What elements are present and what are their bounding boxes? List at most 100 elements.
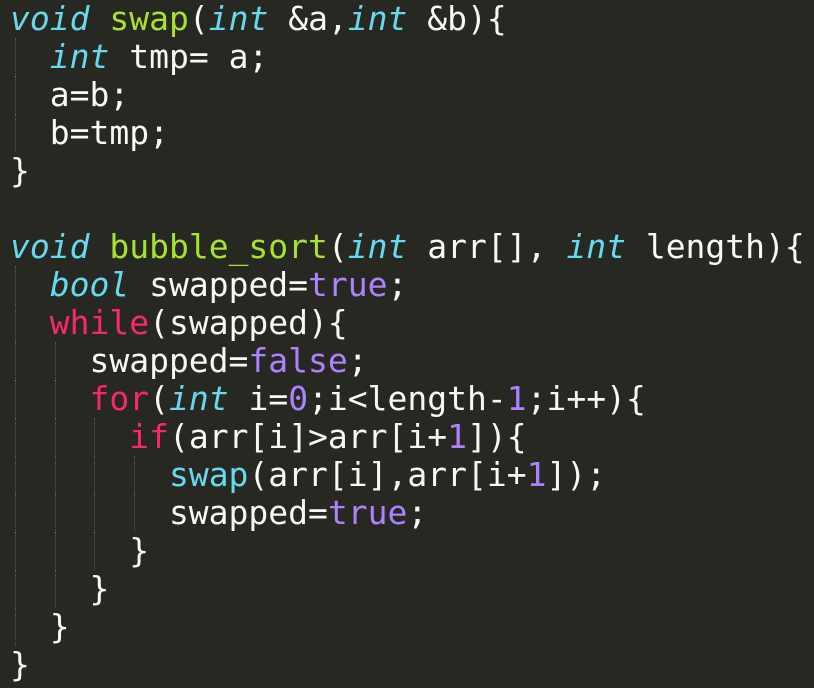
code-token: 1 bbox=[526, 455, 547, 494]
code-line[interactable]: swap(arr[i],arr[i+1]); bbox=[10, 456, 805, 494]
indent-guide bbox=[134, 494, 136, 532]
indent-guide bbox=[94, 494, 96, 532]
indent-guide bbox=[54, 418, 56, 456]
code-line[interactable]: swapped=false; bbox=[10, 342, 805, 380]
indent-guide bbox=[94, 456, 96, 494]
code-editor[interactable]: void swap(int &a,int &b){ int tmp= a; a=… bbox=[0, 0, 814, 688]
code-line[interactable]: b=tmp; bbox=[10, 114, 805, 152]
code-token: true bbox=[308, 265, 388, 304]
indent-guide bbox=[94, 418, 96, 456]
code-token: } bbox=[10, 569, 110, 608]
code-token: swapped= bbox=[10, 493, 328, 532]
code-line[interactable]: } bbox=[10, 570, 805, 608]
code-token: b=tmp; bbox=[10, 113, 169, 152]
code-token: int bbox=[347, 0, 408, 38]
code-token: int bbox=[168, 379, 229, 418]
code-line[interactable] bbox=[10, 190, 805, 228]
code-token: ( bbox=[188, 0, 209, 38]
code-token: &b){ bbox=[407, 0, 507, 38]
indent-guide bbox=[54, 342, 56, 380]
code-token: 1 bbox=[506, 379, 527, 418]
code-token: ;i<length- bbox=[308, 379, 507, 418]
indent-guide bbox=[15, 380, 16, 418]
code-token: swap bbox=[168, 455, 249, 494]
code-token: } bbox=[10, 151, 30, 190]
indent-guide bbox=[15, 570, 16, 608]
code-token: tmp= a; bbox=[109, 37, 269, 76]
code-token: void bbox=[10, 227, 90, 266]
code-token: int bbox=[347, 227, 408, 266]
code-line[interactable]: } bbox=[10, 532, 805, 570]
code-line[interactable]: swapped=true; bbox=[10, 494, 805, 532]
code-token: a=b; bbox=[10, 75, 130, 114]
code-token: ( bbox=[149, 379, 169, 418]
indent-guide bbox=[15, 38, 16, 76]
code-line[interactable]: while(swapped){ bbox=[10, 304, 805, 342]
code-token: swapped= bbox=[129, 265, 309, 304]
code-token: ( bbox=[327, 227, 348, 266]
indent-guide bbox=[54, 570, 56, 608]
code-token: bubble_sort bbox=[109, 227, 328, 266]
code-token: true bbox=[327, 493, 408, 532]
code-token: if bbox=[129, 417, 169, 456]
code-token: 1 bbox=[447, 417, 467, 456]
code-token: swap bbox=[109, 0, 189, 38]
code-line[interactable]: if(arr[i]>arr[i+1]){ bbox=[10, 418, 805, 456]
code-token: ; bbox=[407, 493, 428, 532]
code-token: } bbox=[10, 531, 150, 570]
code-token: ]); bbox=[546, 455, 607, 494]
indent-guide bbox=[134, 456, 136, 494]
indent-guide bbox=[15, 418, 16, 456]
code-token: int bbox=[566, 227, 626, 266]
indent-guide bbox=[54, 532, 56, 570]
code-line[interactable]: } bbox=[10, 646, 805, 684]
code-token: length){ bbox=[625, 227, 805, 266]
code-token: int bbox=[49, 37, 110, 76]
indent-guide bbox=[54, 380, 56, 418]
code-token: swapped= bbox=[10, 341, 249, 380]
indent-guide bbox=[15, 266, 16, 304]
indent-guide bbox=[15, 342, 16, 380]
code-token: ; bbox=[347, 341, 368, 380]
code-area[interactable]: void swap(int &a,int &b){ int tmp= a; a=… bbox=[10, 0, 805, 684]
code-token: &a, bbox=[268, 0, 348, 38]
indent-guide bbox=[15, 114, 16, 152]
code-line[interactable]: } bbox=[10, 152, 805, 190]
code-token: while bbox=[49, 303, 150, 342]
indent-guide bbox=[54, 456, 56, 494]
indent-guide bbox=[15, 608, 16, 646]
code-token: ;i++){ bbox=[526, 379, 646, 418]
code-token: ]){ bbox=[467, 417, 527, 456]
code-token: ; bbox=[387, 265, 408, 304]
code-token: (swapped){ bbox=[149, 303, 348, 342]
code-line[interactable]: a=b; bbox=[10, 76, 805, 114]
code-line[interactable]: for(int i=0;i<length-1;i++){ bbox=[10, 380, 805, 418]
code-token: false bbox=[248, 341, 348, 380]
code-token: void bbox=[10, 0, 90, 38]
indent-guide bbox=[94, 532, 96, 570]
code-token: int bbox=[208, 0, 269, 38]
indent-guide bbox=[15, 304, 16, 342]
code-line[interactable]: bool swapped=true; bbox=[10, 266, 805, 304]
code-token: bool bbox=[49, 265, 130, 304]
code-token: } bbox=[10, 645, 30, 684]
code-token: i= bbox=[228, 379, 289, 418]
code-line[interactable]: void swap(int &a,int &b){ bbox=[10, 0, 805, 38]
indent-guide bbox=[15, 456, 16, 494]
code-line[interactable]: } bbox=[10, 608, 805, 646]
code-line[interactable]: void bubble_sort(int arr[], int length){ bbox=[10, 228, 805, 266]
code-token: } bbox=[10, 607, 70, 646]
indent-guide bbox=[54, 494, 56, 532]
indent-guide bbox=[15, 76, 16, 114]
indent-guide bbox=[15, 532, 16, 570]
code-token: for bbox=[89, 379, 150, 418]
indent-guide bbox=[15, 494, 16, 532]
code-token: (arr[i],arr[i+ bbox=[248, 455, 527, 494]
code-line[interactable]: int tmp= a; bbox=[10, 38, 805, 76]
code-token: 0 bbox=[288, 379, 309, 418]
